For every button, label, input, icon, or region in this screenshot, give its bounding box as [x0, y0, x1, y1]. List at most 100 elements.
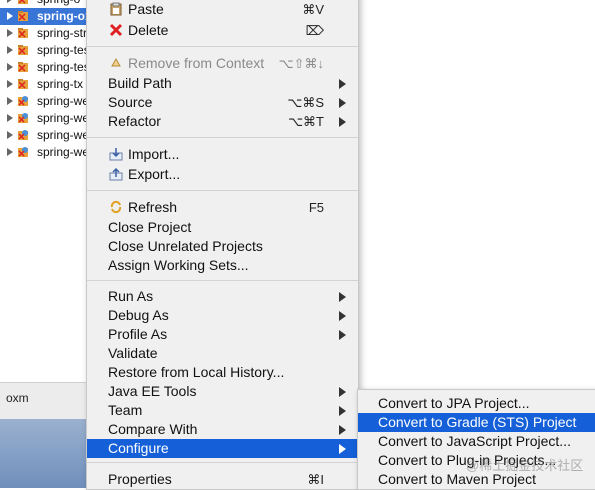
menu-item-debug-as[interactable]: Debug As — [87, 306, 358, 325]
submenu-arrow-icon — [339, 330, 346, 340]
context-menu: Paste ⌘V Delete ⌦ Remove from Context ⌥⇧… — [86, 0, 359, 490]
shortcut-label: ⌥⌘S — [287, 95, 324, 110]
expand-arrow-icon[interactable] — [7, 29, 13, 37]
web-project-icon — [18, 96, 28, 106]
project-icon — [18, 0, 28, 4]
menu-item-import[interactable]: Import... — [87, 145, 358, 164]
project-icon — [18, 62, 28, 72]
tree-item-project[interactable]: spring-str — [0, 25, 90, 42]
menu-item-paste[interactable]: Paste ⌘V — [87, 0, 358, 19]
submenu-arrow-icon — [339, 425, 346, 435]
bottom-panel-tab-label[interactable]: oxm — [6, 391, 29, 405]
menu-separator — [87, 46, 358, 47]
configure-submenu: Convert to JPA Project... Convert to Gra… — [357, 389, 595, 490]
menu-separator — [87, 462, 358, 463]
shortcut-label: F5 — [308, 200, 324, 215]
menu-item-java-ee-tools[interactable]: Java EE Tools — [87, 382, 358, 401]
menu-item-export[interactable]: Export... — [87, 165, 358, 184]
tree-item-label: spring-ox — [37, 9, 92, 23]
tree-item-label: spring-we — [37, 94, 90, 108]
menu-separator — [87, 137, 358, 138]
tree-item-label: spring-we — [37, 128, 90, 142]
menu-item-restore-from-local-history[interactable]: Restore from Local History... — [87, 363, 358, 382]
context-icon — [108, 56, 124, 72]
expand-arrow-icon[interactable] — [7, 80, 13, 88]
submenu-arrow-icon — [339, 406, 346, 416]
shortcut-label: ⌥⇧⌘↓ — [278, 56, 324, 71]
submenu-arrow-icon — [339, 387, 346, 397]
submenu-arrow-icon — [339, 444, 346, 454]
tree-item-project[interactable]: spring-o — [0, 0, 90, 8]
menu-item-source[interactable]: Source ⌥⌘S — [87, 93, 358, 112]
shortcut-label: ⌘I — [307, 472, 324, 487]
menu-item-run-as[interactable]: Run As — [87, 287, 358, 306]
menu-item-profile-as[interactable]: Profile As — [87, 325, 358, 344]
tree-item-project-selected[interactable]: spring-ox — [0, 8, 92, 25]
tree-item-project[interactable]: spring-we — [0, 144, 90, 161]
submenu-arrow-icon — [339, 292, 346, 302]
tree-item-label: spring-we — [37, 111, 90, 125]
tree-item-project[interactable]: spring-we — [0, 127, 90, 144]
shortcut-label: ⌘V — [302, 2, 324, 17]
watermark: @稀土掘金技术社区 — [466, 458, 584, 473]
menu-item-refactor[interactable]: Refactor ⌥⌘T — [87, 112, 358, 131]
menu-item-build-path[interactable]: Build Path — [87, 74, 358, 93]
menu-item-properties[interactable]: Properties ⌘I — [87, 470, 358, 489]
web-project-icon — [18, 130, 28, 140]
menu-item-delete[interactable]: Delete ⌦ — [87, 21, 358, 40]
tree-item-label: spring-tes — [37, 43, 90, 57]
tree-item-label: spring-str — [37, 26, 88, 40]
tree-item-project[interactable]: spring-tes — [0, 42, 90, 59]
menu-item-close-project[interactable]: Close Project — [87, 218, 358, 237]
menu-item-refresh[interactable]: Refresh F5 — [87, 198, 358, 217]
tree-item-project[interactable]: spring-tx — [0, 76, 90, 93]
submenu-item-convert-to-javascript[interactable]: Convert to JavaScript Project... — [358, 432, 595, 451]
refresh-icon — [108, 200, 124, 216]
menu-item-close-unrelated-projects[interactable]: Close Unrelated Projects — [87, 237, 358, 256]
menu-separator — [87, 190, 358, 191]
menu-item-remove-from-context[interactable]: Remove from Context ⌥⇧⌘↓ — [87, 54, 358, 73]
menu-item-validate[interactable]: Validate — [87, 344, 358, 363]
submenu-arrow-icon — [339, 117, 346, 127]
expand-arrow-icon[interactable] — [7, 46, 13, 54]
tree-item-project[interactable]: spring-we — [0, 93, 90, 110]
project-explorer-tree: spring-o spring-ox spring-str spring-tes… — [0, 0, 92, 161]
desktop-background — [0, 419, 90, 488]
bottom-panel-tabbar: oxm — [0, 382, 90, 420]
tree-item-project[interactable]: spring-tes — [0, 59, 90, 76]
project-icon — [18, 11, 28, 21]
project-icon — [18, 45, 28, 55]
menu-item-configure[interactable]: Configure — [87, 439, 358, 458]
submenu-item-convert-to-jpa[interactable]: Convert to JPA Project... — [358, 394, 595, 413]
import-icon — [108, 147, 124, 163]
expand-arrow-icon[interactable] — [7, 0, 13, 3]
shortcut-label: ⌦ — [305, 23, 324, 38]
menu-separator — [87, 280, 358, 281]
menu-item-team[interactable]: Team — [87, 401, 358, 420]
expand-arrow-icon[interactable] — [7, 131, 13, 139]
tree-item-label: spring-tx — [37, 77, 84, 91]
project-icon — [18, 28, 28, 38]
project-icon — [18, 79, 28, 89]
tree-item-label: spring-o — [37, 0, 80, 8]
shortcut-label: ⌥⌘T — [288, 114, 324, 129]
menu-item-assign-working-sets[interactable]: Assign Working Sets... — [87, 256, 358, 275]
tree-item-project[interactable]: spring-we — [0, 110, 90, 127]
web-project-icon — [18, 147, 28, 157]
submenu-item-convert-to-gradle[interactable]: Convert to Gradle (STS) Project — [358, 413, 595, 432]
tree-item-label: spring-tes — [37, 60, 90, 74]
web-project-icon — [18, 113, 28, 123]
tree-item-label: spring-we — [37, 145, 90, 159]
expand-arrow-icon[interactable] — [7, 12, 13, 20]
menu-item-compare-with[interactable]: Compare With — [87, 420, 358, 439]
expand-arrow-icon[interactable] — [7, 148, 13, 156]
submenu-arrow-icon — [339, 79, 346, 89]
clipboard-icon — [108, 2, 124, 18]
expand-arrow-icon[interactable] — [7, 114, 13, 122]
expand-arrow-icon[interactable] — [7, 97, 13, 105]
red-x-icon — [108, 23, 124, 39]
submenu-arrow-icon — [339, 98, 346, 108]
export-icon — [108, 167, 124, 183]
expand-arrow-icon[interactable] — [7, 63, 13, 71]
submenu-arrow-icon — [339, 311, 346, 321]
